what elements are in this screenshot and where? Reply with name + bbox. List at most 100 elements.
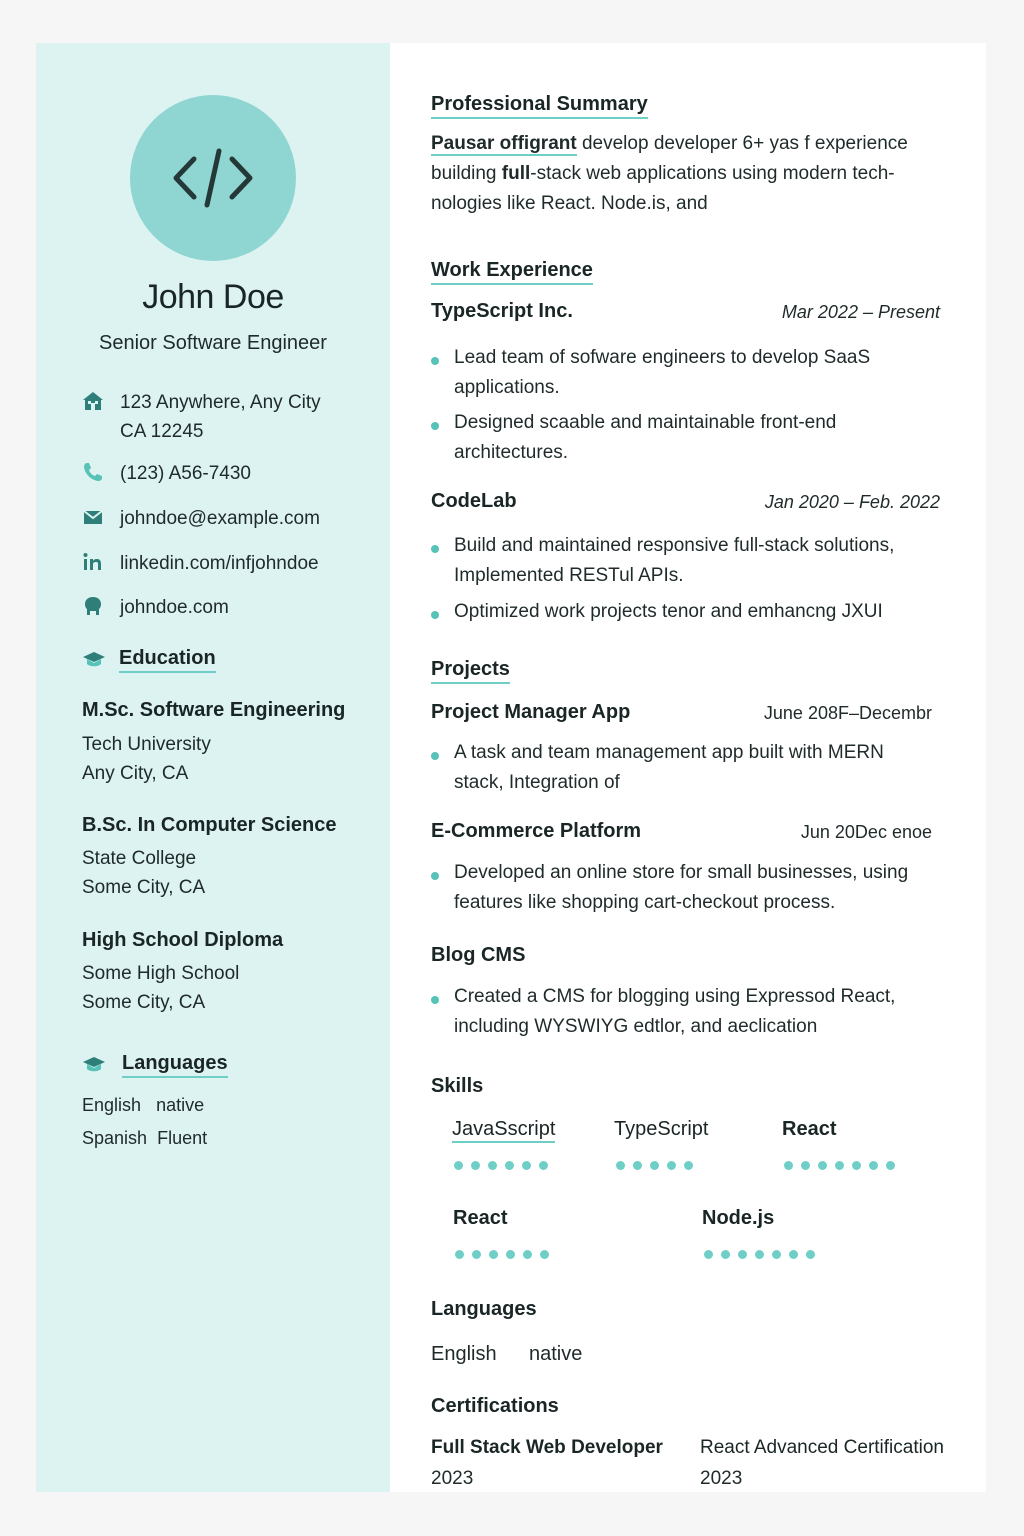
language-name: English <box>82 1095 142 1115</box>
job-company: CodeLab <box>431 490 517 512</box>
graduation-cap-icon <box>83 1057 105 1072</box>
skill-dot <box>852 1161 861 1170</box>
skill-rating <box>455 1250 655 1260</box>
graduation-cap-icon <box>83 652 105 667</box>
skill-dot <box>835 1161 844 1170</box>
education-school: Some High School <box>82 963 240 984</box>
sidebar: John Doe Senior Software Engineer 123 An… <box>36 43 390 1492</box>
main-languages-heading: Languages <box>431 1298 537 1320</box>
bullet-dot <box>431 752 439 760</box>
skill-dot <box>667 1161 676 1170</box>
email-address[interactable]: johndoe@example.com <box>120 504 320 533</box>
bullet-dot <box>431 545 439 553</box>
job-dates: Jan 2020 – Feb. 2022 <box>764 492 940 512</box>
education-location: Some City, CA <box>82 992 206 1013</box>
skill-item: React <box>453 1207 549 1259</box>
education-school: Tech University <box>82 734 211 755</box>
certifications-heading: Certifications <box>431 1395 559 1417</box>
phone-icon <box>84 463 102 481</box>
summary-highlight: Pausar offigrant <box>431 133 577 156</box>
linkedin-icon <box>83 553 101 570</box>
github-icon <box>85 597 101 615</box>
skill-dot <box>806 1250 815 1259</box>
skills-heading: Skills <box>431 1075 484 1097</box>
email-icon <box>83 510 103 524</box>
language-name: English <box>431 1343 497 1365</box>
skill-dot <box>886 1161 895 1170</box>
skill-dot <box>488 1161 497 1170</box>
education-location: Any City, CA <box>82 763 189 784</box>
language-level: native <box>529 1343 583 1365</box>
education-heading-label: Education <box>119 647 216 673</box>
bullet-dot <box>431 996 439 1004</box>
project-name: E-Commerce Platform <box>431 820 642 842</box>
linkedin-url[interactable]: linkedin.com/infjohndoe <box>120 549 319 578</box>
avatar <box>130 95 296 261</box>
education-school: State College <box>82 848 197 869</box>
skill-dot <box>755 1250 764 1259</box>
skill-dot <box>505 1161 514 1170</box>
resume-page: John Doe Senior Software Engineer 123 An… <box>36 43 986 1492</box>
skill-dot <box>455 1250 464 1259</box>
skill-item: JavaSscript <box>452 1118 556 1170</box>
skill-dot <box>650 1161 659 1170</box>
job-company: TypeScript Inc. <box>431 300 573 322</box>
language-name: Spanish <box>82 1128 148 1148</box>
language-level: native <box>156 1095 205 1115</box>
skill-dot <box>539 1161 548 1170</box>
education-degree: B.Sc. In Computer Science <box>82 814 337 836</box>
main-content: Professional Summary Pausar offigrant de… <box>390 43 986 1492</box>
summary-line: building full-stack web applications usi… <box>431 163 895 184</box>
profile-title: Senior Software Engineer <box>99 332 327 354</box>
languages-heading-label: Languages <box>122 1052 228 1078</box>
skill-dot <box>633 1161 642 1170</box>
education-location: Some City, CA <box>82 877 206 898</box>
skill-item: TypeScript <box>614 1118 709 1170</box>
summary-line: Pausar offigrant develop developer 6+ ya… <box>431 133 908 156</box>
bullet-dot <box>431 422 439 430</box>
website-url[interactable]: johndoe.com <box>120 593 229 622</box>
certification-name: Full Stack Web Developer <box>431 1437 663 1458</box>
skill-dot <box>506 1250 515 1259</box>
skill-dot <box>704 1250 713 1259</box>
education-degree: High School Diploma <box>82 929 284 951</box>
skill-dot <box>801 1161 810 1170</box>
skill-dot <box>472 1250 481 1259</box>
skill-dot <box>721 1250 730 1259</box>
address-line-1: 123 Anywhere, Any City <box>120 392 321 413</box>
skill-dot <box>616 1161 625 1170</box>
bullet-dot <box>431 611 439 619</box>
skill-name: React <box>782 1118 837 1140</box>
language-item: English native <box>82 1095 204 1116</box>
bullet-dot <box>431 357 439 365</box>
skill-dot <box>522 1161 531 1170</box>
bullet-dot <box>431 872 439 880</box>
summary-line: nologies like React. Node.is, and <box>431 193 708 214</box>
skill-dot <box>869 1161 878 1170</box>
project-name: Blog CMS <box>431 944 526 966</box>
project-dates: Jun 20Dec enoe <box>800 822 932 842</box>
skill-dot <box>784 1161 793 1170</box>
code-brackets-icon <box>173 148 253 208</box>
skill-dot <box>738 1250 747 1259</box>
skill-dot <box>772 1250 781 1259</box>
certification-name: React Advanced Certification <box>700 1437 944 1458</box>
skill-dot <box>684 1161 693 1170</box>
skill-dot <box>489 1250 498 1259</box>
project-dates: June 208F–Decembr <box>763 703 932 723</box>
skill-name: React <box>453 1207 508 1229</box>
skill-dot <box>818 1161 827 1170</box>
skill-item: React <box>782 1118 895 1170</box>
certification-year: 2023 <box>700 1468 743 1489</box>
experience-heading: Work Experience <box>431 259 593 285</box>
skill-rating <box>784 1161 984 1171</box>
skill-dot <box>540 1250 549 1259</box>
skill-name: Node.js <box>702 1207 775 1229</box>
skill-dot <box>454 1161 463 1170</box>
summary-heading: Professional Summary <box>431 93 648 119</box>
address-line-2: CA 12245 <box>120 421 204 442</box>
education-degree: M.Sc. Software Engineering <box>82 699 346 721</box>
phone-number: (123) A56-7430 <box>120 463 251 484</box>
skill-dot <box>471 1161 480 1170</box>
skill-name: TypeScript <box>614 1118 709 1140</box>
